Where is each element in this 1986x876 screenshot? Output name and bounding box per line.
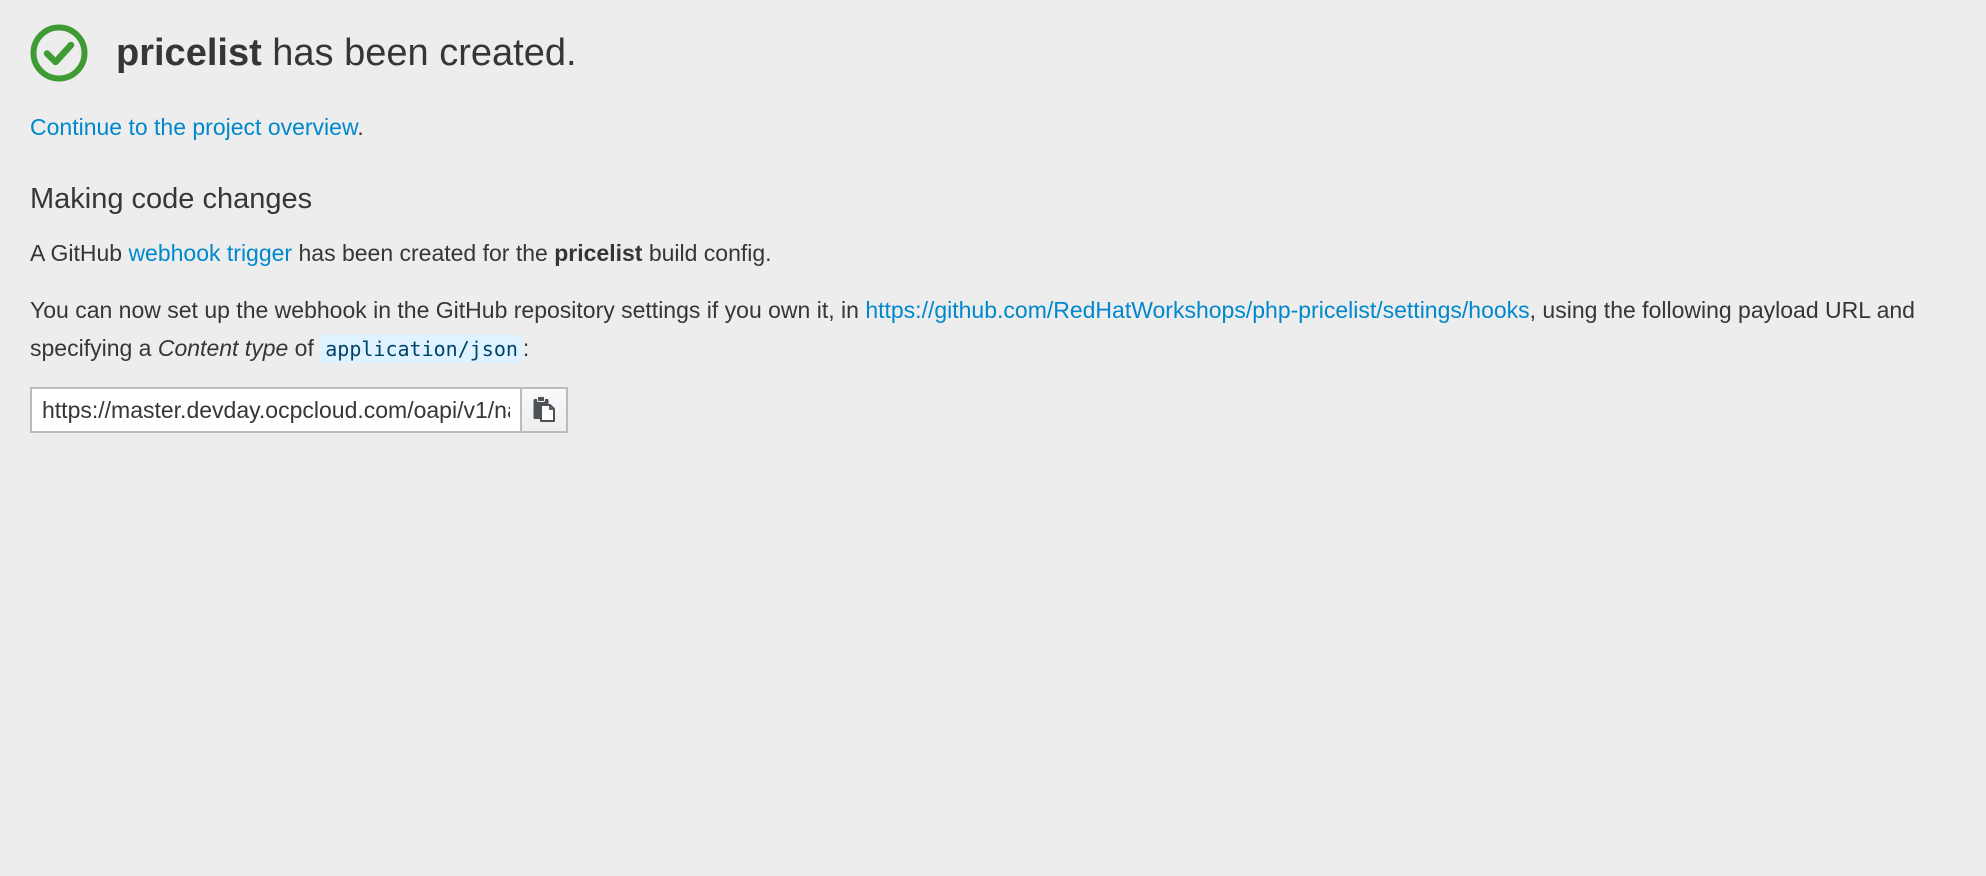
content-type-code: application/json: [320, 335, 523, 363]
text-segment: build config.: [642, 240, 772, 266]
resource-name: pricelist: [116, 32, 262, 74]
continue-link[interactable]: Continue to the project overview: [30, 114, 357, 140]
clipboard-icon: [532, 395, 556, 425]
text-segment: of: [288, 335, 321, 361]
webhook-trigger-link[interactable]: webhook trigger: [128, 240, 292, 266]
title-suffix: has been created.: [261, 32, 577, 74]
payload-url-input[interactable]: [30, 387, 522, 433]
build-config-name: pricelist: [554, 240, 643, 266]
webhook-setup-text: You can now set up the webhook in the Gi…: [30, 291, 1930, 368]
page: pricelist has been created. Continue to …: [0, 0, 1986, 876]
webhook-info-text: A GitHub webhook trigger has been create…: [30, 234, 772, 272]
payload-url-copy-group: [30, 387, 568, 433]
copy-to-clipboard-button[interactable]: [522, 387, 568, 433]
text-segment: :: [522, 335, 530, 361]
text-segment: A GitHub: [30, 240, 129, 266]
github-hooks-link[interactable]: https://github.com/RedHatWorkshops/php-p…: [865, 297, 1529, 323]
content-type-label: Content type: [157, 335, 289, 361]
check-circle-icon: [30, 24, 88, 82]
continue-line: Continue to the project overview.: [30, 112, 364, 142]
text-segment: You can now set up the webhook in the Gi…: [30, 297, 866, 323]
success-header: pricelist has been created.: [30, 22, 577, 84]
continue-period: .: [357, 114, 364, 140]
section-heading: Making code changes: [30, 183, 313, 215]
page-title: pricelist has been created.: [116, 34, 577, 72]
text-segment: has been created for the: [292, 240, 555, 266]
